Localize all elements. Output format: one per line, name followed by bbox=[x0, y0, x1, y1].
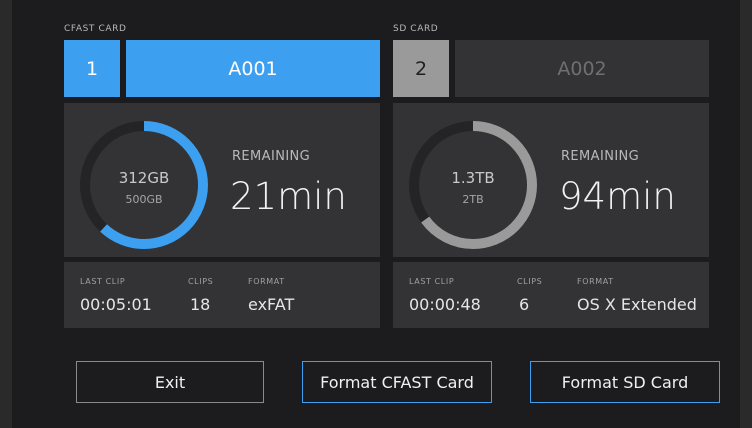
sd-remaining-time: 94min bbox=[559, 175, 676, 218]
sd-format-label: FORMAT bbox=[577, 277, 614, 286]
sd-clips-value: 6 bbox=[519, 295, 530, 314]
media-screen: CFAST CARD 1 A001 312GB 500GB REMAINING … bbox=[12, 0, 740, 428]
cfast-slot-number[interactable]: 1 bbox=[64, 40, 120, 97]
cfast-storage-ring: 312GB 500GB bbox=[80, 121, 208, 249]
sd-format-value: OS X Extended bbox=[577, 295, 697, 314]
format-sd-card-button[interactable]: Format SD Card bbox=[530, 361, 720, 403]
sd-slot-number[interactable]: 2 bbox=[393, 40, 449, 97]
cfast-reel-name[interactable]: A001 bbox=[126, 40, 380, 97]
sd-remaining-label: REMAINING bbox=[561, 149, 640, 164]
cfast-used-capacity: 312GB bbox=[118, 169, 170, 187]
cfast-total-capacity: 500GB bbox=[125, 193, 163, 206]
format-cfast-card-button[interactable]: Format CFAST Card bbox=[302, 361, 492, 403]
sd-card-label: SD CARD bbox=[393, 24, 439, 34]
exit-button[interactable]: Exit bbox=[76, 361, 264, 403]
cfast-clips-label: CLIPS bbox=[188, 277, 214, 286]
cfast-remaining-time: 21min bbox=[230, 175, 347, 218]
cfast-last-clip-label: LAST CLIP bbox=[80, 277, 126, 286]
sd-last-clip-value: 00:00:48 bbox=[409, 295, 481, 314]
cfast-last-clip-value: 00:05:01 bbox=[80, 295, 152, 314]
sd-storage-ring: 1.3TB 2TB bbox=[409, 121, 537, 249]
cfast-remaining-label: REMAINING bbox=[232, 149, 311, 164]
sd-used-capacity: 1.3TB bbox=[451, 169, 495, 187]
sd-card-section: SD CARD 2 A002 1.3TB 2TB REMAINING 94min… bbox=[393, 0, 709, 330]
cfast-card-section: CFAST CARD 1 A001 312GB 500GB REMAINING … bbox=[64, 0, 380, 330]
cfast-format-label: FORMAT bbox=[248, 277, 285, 286]
cfast-card-label: CFAST CARD bbox=[64, 24, 127, 34]
sd-clip-info: LAST CLIP 00:00:48 CLIPS 6 FORMAT OS X E… bbox=[393, 262, 709, 328]
sd-storage-panel: 1.3TB 2TB REMAINING 94min bbox=[393, 103, 709, 257]
sd-last-clip-label: LAST CLIP bbox=[409, 277, 455, 286]
cfast-format-value: exFAT bbox=[248, 295, 295, 314]
cfast-clip-info: LAST CLIP 00:05:01 CLIPS 18 FORMAT exFAT bbox=[64, 262, 380, 328]
cfast-storage-panel: 312GB 500GB REMAINING 21min bbox=[64, 103, 380, 257]
sd-clips-label: CLIPS bbox=[517, 277, 543, 286]
sd-total-capacity: 2TB bbox=[462, 193, 484, 206]
sd-reel-name[interactable]: A002 bbox=[455, 40, 709, 97]
cfast-clips-value: 18 bbox=[190, 295, 211, 314]
